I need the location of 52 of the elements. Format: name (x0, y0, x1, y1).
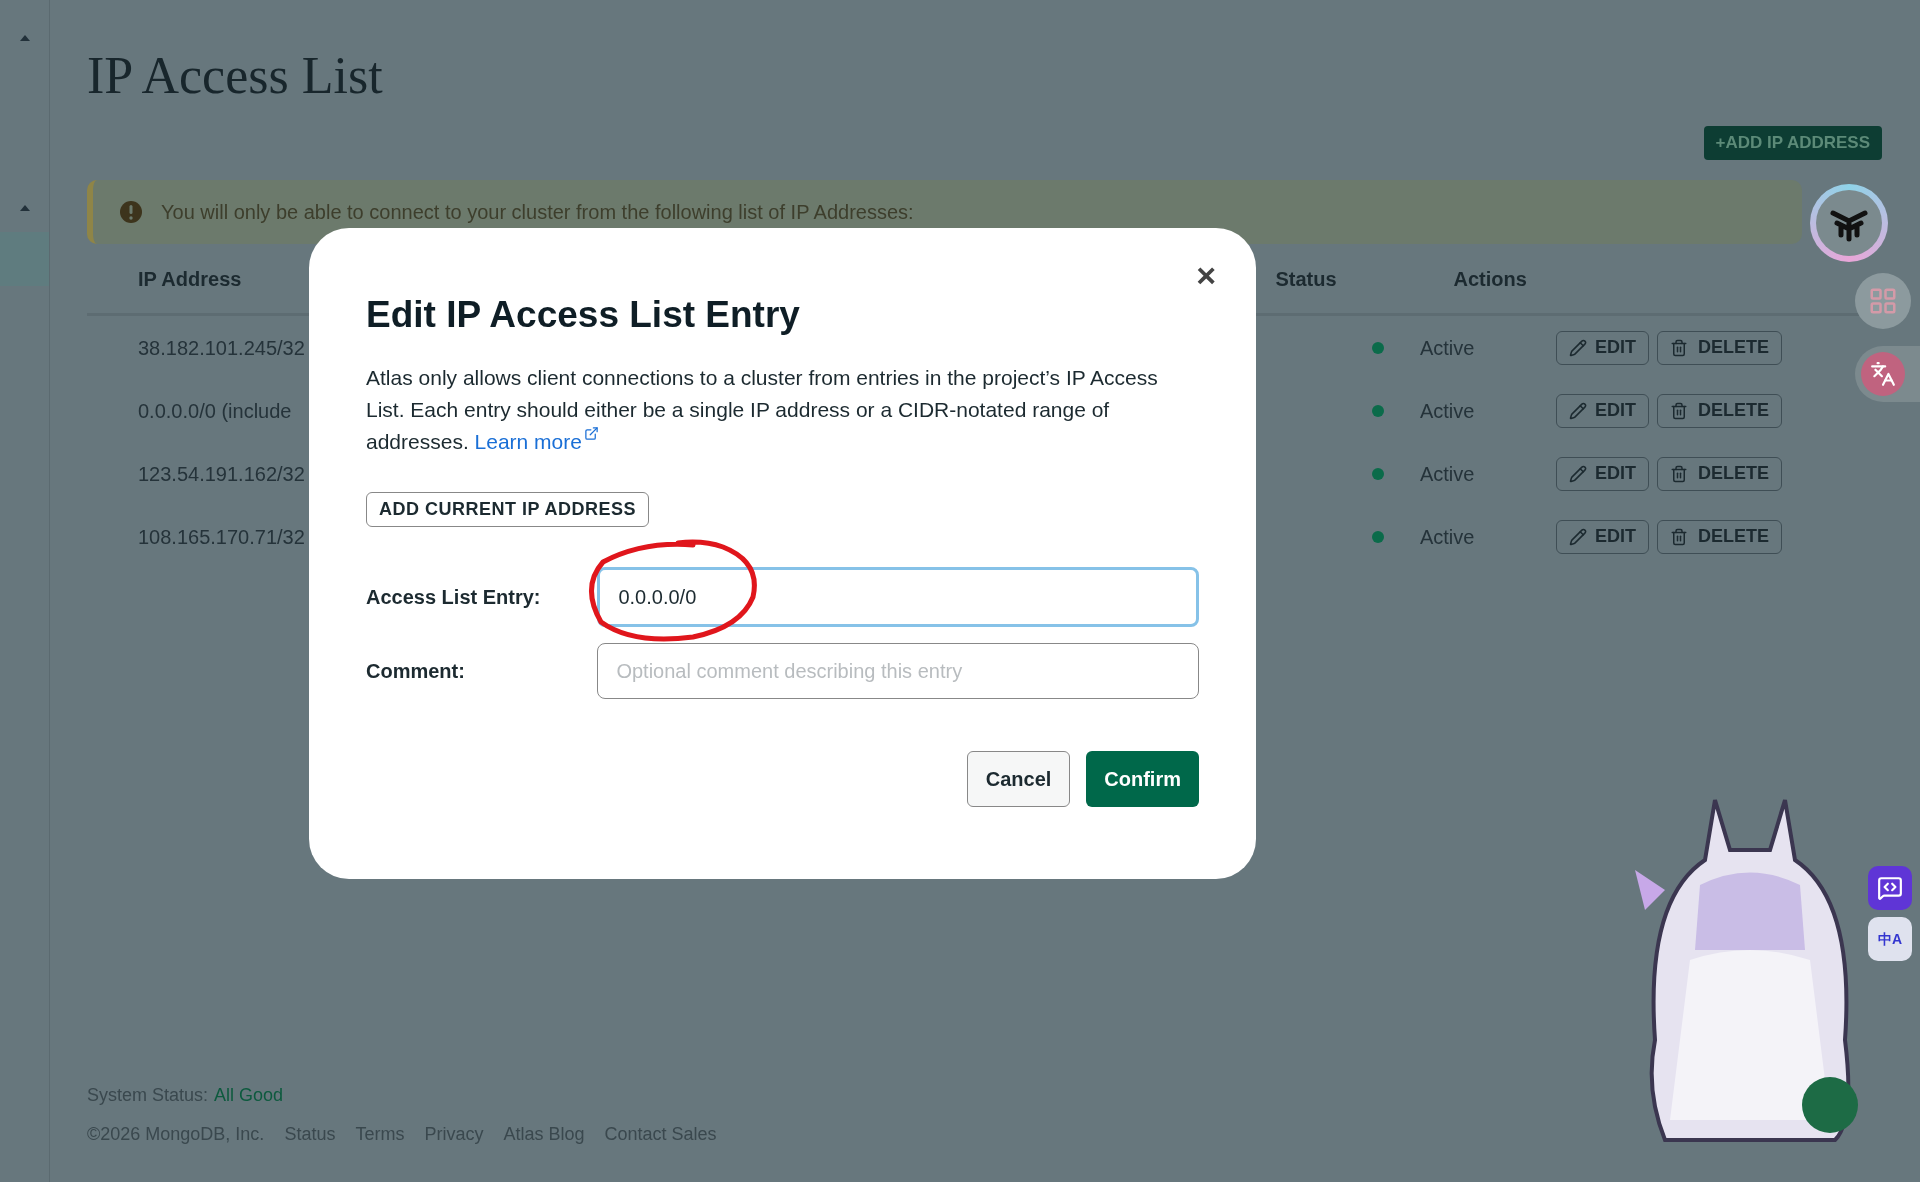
column-header: Status (1275, 266, 1337, 292)
field-label: Access List Entry: (366, 585, 542, 610)
pencil-icon (1568, 464, 1587, 483)
external-link-icon (583, 426, 599, 441)
status-text: Active (1419, 398, 1476, 424)
trash-icon (1670, 527, 1688, 546)
warning-text: You will only be able to connect to your cluster from the following list of IP Addresses: (161, 200, 914, 225)
ip-address-cell-text: 108.165.170.71/32 (138, 524, 305, 550)
side-translate-button[interactable]: 中A (1868, 917, 1912, 961)
confirm-button[interactable]: Confirm (1086, 751, 1199, 807)
pencil-icon (1568, 527, 1587, 546)
delete-button[interactable]: DELETE (1657, 393, 1782, 428)
dialog-title: Edit IP Access List Entry (366, 293, 801, 337)
text-field[interactable]: Optional comment describing this entry (597, 643, 1199, 699)
collapse-icon[interactable] (18, 204, 31, 212)
trash-icon (1670, 401, 1688, 420)
delete-button[interactable]: DELETE (1657, 519, 1782, 554)
status-text: Active (1419, 524, 1476, 550)
page-title: IP Access List (87, 46, 384, 106)
status-text: Active (1419, 335, 1476, 361)
tool-button[interactable] (1855, 273, 1911, 329)
close-button[interactable]: × (1196, 258, 1216, 292)
add-ip-button[interactable]: +ADD IP ADDRESS (1703, 126, 1882, 160)
edit-button[interactable]: EDIT (1555, 519, 1649, 554)
column-header: IP Address (138, 266, 242, 292)
ip-address-cell-text: 0.0.0.0/0 (include (138, 398, 292, 424)
warning-icon (119, 200, 143, 224)
cancel-button[interactable]: Cancel (966, 751, 1071, 807)
chat-icon (1877, 875, 1903, 901)
delete-button[interactable]: DELETE (1657, 456, 1782, 491)
field-label: Comment: (366, 659, 466, 684)
translate-button[interactable] (1855, 346, 1920, 402)
trash-icon (1670, 338, 1688, 357)
ip-address-cell-text: 123.54.191.162/32 (138, 461, 305, 487)
translate-icon (1870, 361, 1896, 387)
system-status-link[interactable]: All Good (214, 1082, 284, 1109)
edit-button[interactable]: EDIT (1555, 456, 1649, 491)
add-current-ip-button[interactable]: ADD CURRENT IP ADDRESS (366, 492, 650, 527)
pencil-icon (1568, 401, 1587, 420)
edit-button[interactable]: EDIT (1555, 393, 1649, 428)
pencil-icon (1568, 338, 1587, 357)
collapse-icon[interactable] (18, 34, 31, 42)
delete-button[interactable]: DELETE (1657, 330, 1782, 365)
ip-address-cell-text: 38.182.101.245/32 (138, 335, 305, 361)
column-header: Actions (1453, 266, 1527, 292)
text-field[interactable]: 0.0.0.0/0 (597, 567, 1199, 627)
learn-more-link[interactable]: Learn more (474, 426, 599, 458)
dialog-description: Atlas only allows client connections to a cluster from entries in the project’s IP Access List. Each entry should either be a single IP address or a CIDR-notated range of addresses. Learn more (366, 362, 1196, 458)
side-tool-button[interactable] (1868, 866, 1912, 910)
edit-button[interactable]: EDIT (1555, 330, 1649, 365)
trash-icon (1670, 464, 1688, 483)
status-text: Active (1419, 461, 1476, 487)
